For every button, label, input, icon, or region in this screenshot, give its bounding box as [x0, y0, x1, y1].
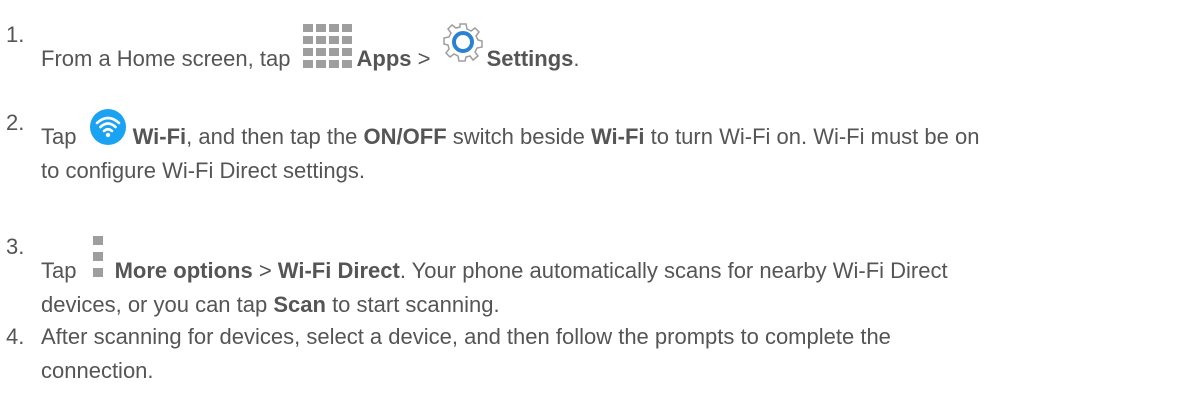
step-text-segment: >: [411, 46, 437, 71]
step-number: 3.: [6, 234, 25, 259]
more-options-icon: [91, 230, 105, 278]
step-number: 1.: [6, 22, 25, 47]
wifi-label-2: Wi-Fi: [590, 124, 645, 149]
step-4: 4. After scanning for devices, select a …: [6, 320, 1198, 388]
scan-label: Scan: [273, 292, 326, 317]
step-1: 1. From a Home screen, tap Apps > Settin…: [6, 18, 1198, 76]
step-text-segment: .: [573, 46, 580, 71]
step-2: 2. Tap Wi-Fi, and then tap the ON/OFF sw…: [6, 106, 1198, 188]
apps-grid-icon: [301, 18, 355, 68]
step-text-segment: connection.: [41, 358, 154, 383]
step-text: Tap Wi-Fi, and then tap the ON/OFF switc…: [41, 106, 1198, 188]
step-text: After scanning for devices, select a dev…: [41, 320, 1198, 388]
step-text-segment: Tap: [41, 258, 83, 283]
step-text-segment: , and then tap the: [186, 124, 364, 149]
step-number: 4.: [6, 324, 25, 349]
step-3: 3. Tap More options > Wi-Fi Direct. Your…: [6, 230, 1198, 322]
step-text-segment: devices, or you can tap: [41, 292, 274, 317]
step-text: From a Home screen, tap Apps > Settings.: [41, 18, 1198, 76]
step-text-segment: switch beside: [446, 124, 591, 149]
step-text-segment: to start scanning.: [325, 292, 500, 317]
step-text-segment: >: [252, 258, 278, 283]
step-text-segment: After scanning for devices, select a dev…: [41, 324, 891, 349]
step-text-segment: to turn Wi-Fi on. Wi-Fi must be on: [644, 124, 980, 149]
settings-gear-icon: [442, 23, 483, 66]
apps-label: Apps: [356, 46, 412, 71]
wifi-icon: [89, 106, 127, 145]
onoff-label: ON/OFF: [363, 124, 447, 149]
wifi-label: Wi-Fi: [132, 124, 187, 149]
settings-label: Settings: [486, 46, 574, 71]
step-number: 2.: [6, 110, 25, 135]
step-text-segment: Tap: [41, 124, 83, 149]
step-text-segment: From a Home screen, tap: [41, 46, 297, 71]
more-options-label: More options: [114, 258, 253, 283]
wifi-direct-label: Wi-Fi Direct: [277, 258, 400, 283]
step-text-segment: . Your phone automatically scans for nea…: [399, 258, 948, 283]
step-text: Tap More options > Wi-Fi Direct. Your ph…: [41, 230, 1198, 322]
step-text-segment: to configure Wi-Fi Direct settings.: [41, 158, 365, 183]
